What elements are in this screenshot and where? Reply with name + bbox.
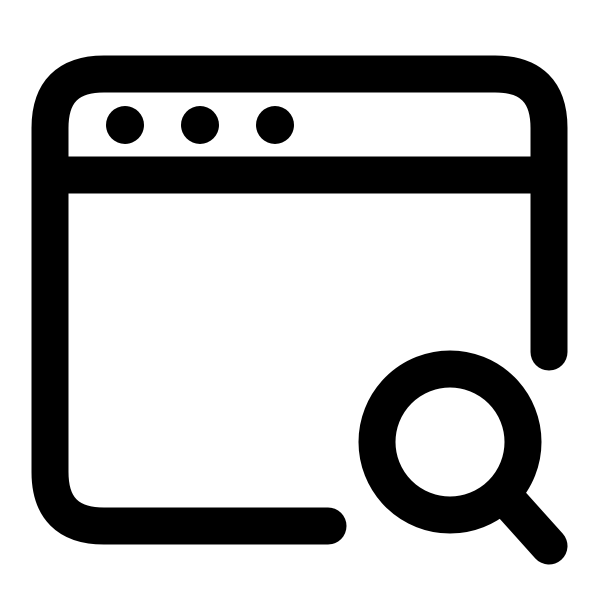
browser-window-search-glyph xyxy=(31,55,568,565)
window-control-dots xyxy=(106,106,294,144)
icon-canvas xyxy=(0,0,600,600)
window-dot-icon xyxy=(256,106,294,144)
browser-window-search-icon xyxy=(31,55,568,565)
magnifier-handle-icon xyxy=(486,478,568,565)
window-dot-icon xyxy=(181,106,219,144)
window-dot-icon xyxy=(106,106,144,144)
